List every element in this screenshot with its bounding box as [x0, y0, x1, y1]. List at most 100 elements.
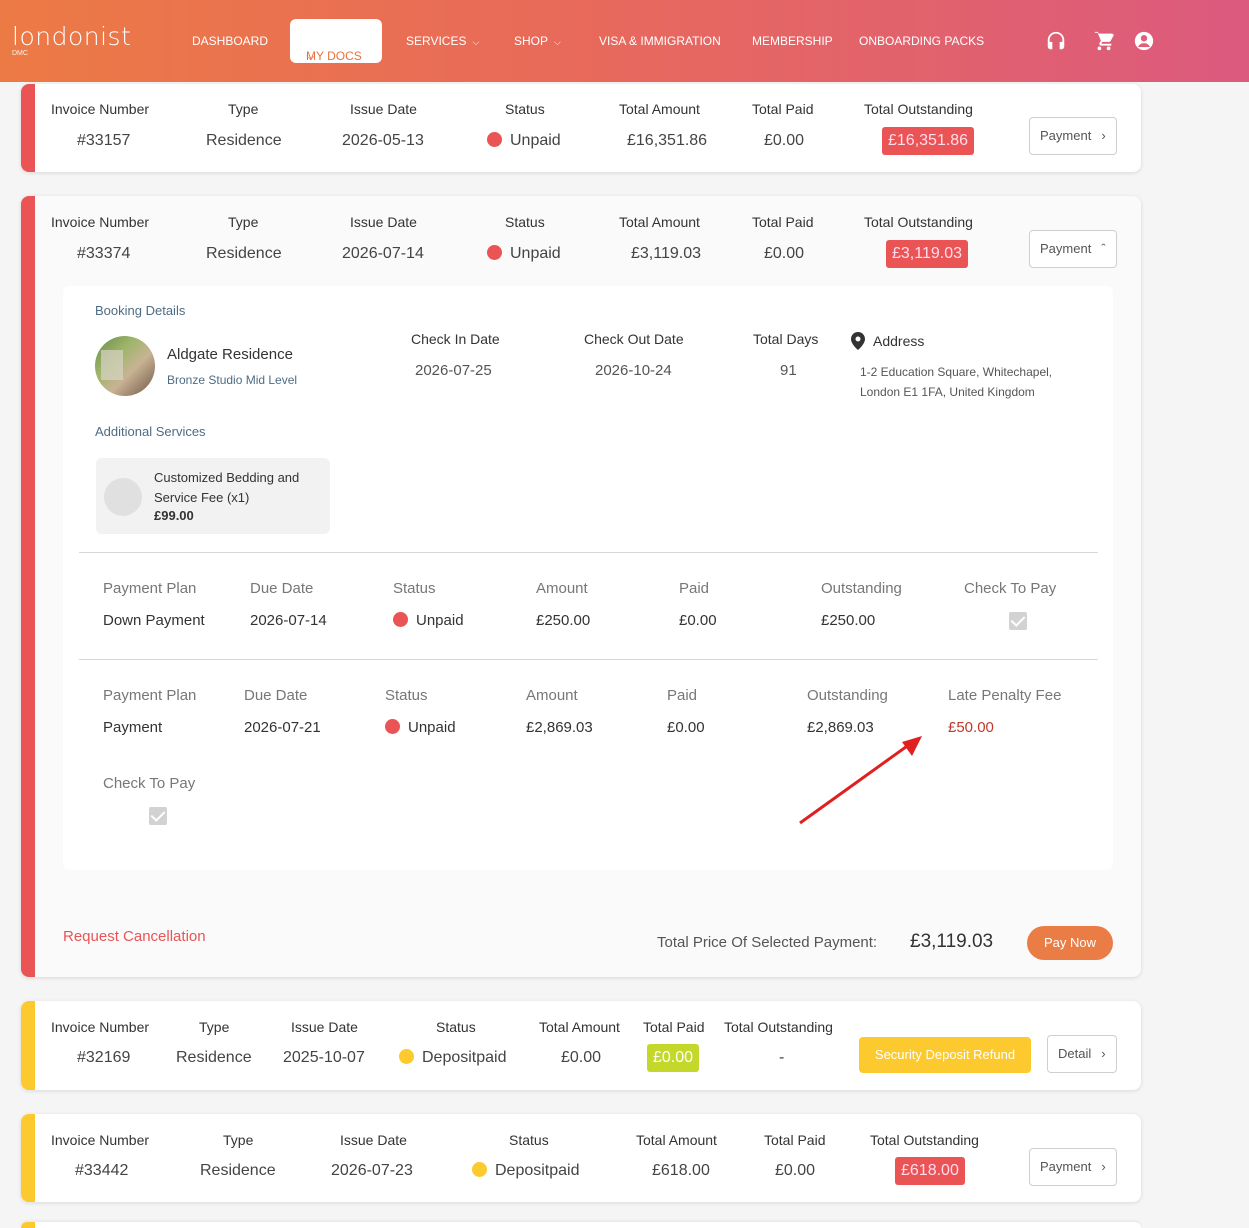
service-name: Customized Bedding and Service Fee (x1): [154, 470, 300, 505]
due-date-label: Due Date: [250, 580, 314, 597]
request-cancellation-link[interactable]: Request Cancellation: [63, 928, 206, 945]
status-value: Unpaid: [487, 132, 561, 150]
chevron-down-icon: ⌵: [554, 37, 561, 47]
headset-icon[interactable]: [1045, 30, 1067, 52]
total-paid: £0.00: [764, 245, 805, 262]
status-label: Status: [385, 687, 428, 704]
total-amount: £0.00: [561, 1049, 602, 1066]
chevron-up-icon: ˆ: [1101, 241, 1106, 256]
outstanding-value: £250.00: [821, 612, 876, 629]
type-label: Type: [199, 1019, 230, 1035]
status-dot: [472, 1162, 487, 1177]
check-out-date: 2026-10-24: [595, 362, 672, 379]
status-stripe: [21, 196, 35, 977]
total-amount-label: Total Amount: [539, 1019, 620, 1035]
plan-status: Unpaid: [393, 612, 464, 629]
late-penalty-value: £50.00: [948, 719, 994, 736]
status-stripe: [21, 1001, 35, 1090]
total-outstanding-badge: £16,351.86: [882, 127, 975, 155]
detail-button[interactable]: Detail ›: [1047, 1035, 1117, 1073]
nav-membership[interactable]: MEMBERSHIP: [752, 34, 833, 48]
total-paid-badge: £0.00: [647, 1044, 700, 1072]
payment-plan-label: Payment Plan: [103, 580, 197, 597]
issue-date-label: Issue Date: [291, 1019, 358, 1035]
type-label: Type: [228, 101, 259, 117]
type-label: Type: [228, 214, 259, 230]
security-deposit-refund-button[interactable]: Security Deposit Refund: [859, 1037, 1031, 1073]
nav-dashboard[interactable]: DASHBOARD: [192, 34, 268, 48]
late-penalty-label: Late Penalty Fee: [948, 687, 1062, 704]
total-outstanding-label: Total Outstanding: [870, 1132, 979, 1148]
londonist-logo[interactable]: londonist: [12, 22, 131, 51]
check-to-pay-checkbox[interactable]: [149, 807, 167, 825]
invoice-card: Invoice Number Type Issue Date Status To…: [21, 1001, 1141, 1090]
nav-visa-immigration[interactable]: VISA & IMMIGRATION: [599, 34, 721, 48]
payment-button[interactable]: Payment ˆ: [1029, 230, 1117, 268]
status-dot: [393, 612, 408, 627]
total-paid-label: Total Paid: [764, 1132, 826, 1148]
cart-icon[interactable]: [1093, 30, 1115, 52]
nav-my-docs[interactable]: MY DOCS ⌵: [290, 19, 382, 63]
status-dot: [487, 132, 502, 147]
residence-thumbnail: [95, 336, 155, 396]
payment-plan-value: Payment: [103, 719, 163, 736]
amount-value: £2,869.03: [526, 719, 593, 736]
total-paid: £0.00: [775, 1162, 816, 1179]
nav-onboarding-packs[interactable]: ONBOARDING PACKS: [859, 34, 984, 48]
total-outstanding-label: Total Outstanding: [724, 1019, 833, 1035]
amount-value: £250.00: [536, 612, 591, 629]
due-date-value: 2026-07-14: [250, 612, 327, 629]
issue-date: 2026-05-13: [342, 132, 424, 149]
check-in-label: Check In Date: [411, 331, 500, 347]
due-date-label: Due Date: [244, 687, 308, 704]
total-paid-label: Total Paid: [752, 101, 814, 117]
chevron-down-icon: ⌵: [306, 49, 316, 63]
status-label: Status: [505, 214, 545, 230]
payment-button[interactable]: Payment ›: [1029, 1148, 1117, 1186]
paid-label: Paid: [667, 687, 698, 704]
invoice-number: #33374: [77, 245, 131, 262]
check-out-label: Check Out Date: [584, 331, 684, 347]
invoice-card-expanded: Invoice Number Type Issue Date Status To…: [21, 196, 1141, 977]
total-amount-label: Total Amount: [619, 214, 700, 230]
logo-subtitle: DMC: [12, 50, 28, 57]
total-outstanding-badge: £618.00: [895, 1157, 965, 1185]
total-paid: £0.00: [764, 132, 805, 149]
status-label: Status: [505, 101, 545, 117]
invoice-number: #32169: [77, 1049, 131, 1066]
total-amount: £618.00: [652, 1162, 710, 1179]
chevron-right-icon: ›: [1101, 1159, 1106, 1174]
invoice-number-label: Invoice Number: [51, 1132, 150, 1148]
payment-plan-label: Payment Plan: [103, 687, 197, 704]
nav-shop[interactable]: SHOP ⌵: [514, 34, 561, 48]
pay-now-button[interactable]: Pay Now: [1027, 926, 1113, 960]
invoice-number-label: Invoice Number: [51, 101, 150, 117]
payment-button[interactable]: Payment ›: [1029, 117, 1117, 155]
total-days-label: Total Days: [753, 331, 819, 347]
invoice-number: #33157: [77, 132, 131, 149]
type-label: Type: [223, 1132, 254, 1148]
invoice-type: Residence: [206, 245, 282, 262]
total-paid-label: Total Paid: [643, 1019, 705, 1035]
status-stripe: [21, 84, 35, 172]
invoice-type: Residence: [200, 1162, 276, 1179]
status-dot: [487, 245, 502, 260]
service-image-placeholder: [104, 478, 142, 516]
status-dot: [399, 1049, 414, 1064]
invoice-type: Residence: [206, 132, 282, 149]
address-label: Address: [873, 333, 925, 349]
chevron-right-icon: ›: [1101, 1046, 1106, 1061]
invoice-number-label: Invoice Number: [51, 214, 150, 230]
nav-services[interactable]: SERVICES ⌵: [406, 34, 479, 48]
annotation-arrow-icon: [799, 736, 922, 825]
invoice-card: Invoice Number Type Issue Date Status To…: [21, 84, 1141, 172]
invoice-type: Residence: [176, 1049, 252, 1066]
check-to-pay-label: Check To Pay: [103, 775, 196, 792]
status-dot: [385, 719, 400, 734]
account-icon[interactable]: [1133, 30, 1155, 52]
paid-value: £0.00: [667, 719, 705, 736]
check-to-pay-checkbox[interactable]: [1009, 612, 1027, 630]
service-price: £99.00: [154, 508, 194, 523]
amount-label: Amount: [536, 580, 588, 597]
total-amount-label: Total Amount: [636, 1132, 717, 1148]
